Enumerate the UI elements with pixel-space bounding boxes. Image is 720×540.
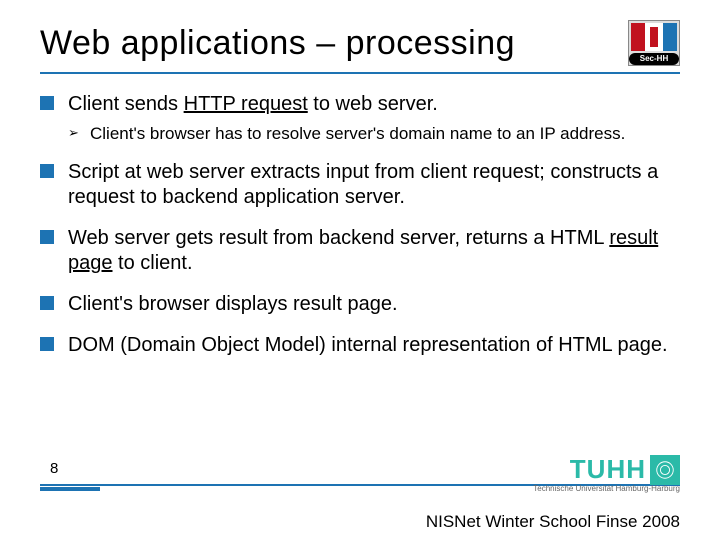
badge-label: Sec-HH — [629, 53, 679, 65]
square-bullet-icon — [40, 296, 54, 310]
sub-bullet-text: Client's browser has to resolve server's… — [90, 123, 625, 144]
conference-text: NISNet Winter School Finse 2008 — [426, 512, 680, 532]
logo-subtext: Technische Universität Hamburg-Harburg — [533, 484, 680, 493]
footer: 8 TUHH Technische Universität Hamburg-Ha… — [0, 454, 720, 540]
square-bullet-icon — [40, 96, 54, 110]
tuhh-logo: TUHH — [570, 454, 680, 485]
hamburg-flag-icon — [631, 23, 677, 51]
bullet-list: Client sends HTTP request to web server.… — [40, 92, 680, 358]
security-badge: Sec-HH — [628, 20, 680, 66]
bullet-item: Client sends HTTP request to web server.… — [40, 92, 680, 144]
square-bullet-icon — [40, 230, 54, 244]
bullet-text: Client's browser displays result page. — [68, 292, 398, 317]
title-row: Web applications – processing Sec-HH — [40, 20, 680, 66]
bullet-text: Client sends HTTP request to web server.… — [68, 92, 625, 144]
chevron-icon: ➢ — [68, 125, 82, 144]
bullet-text: Script at web server extracts input from… — [68, 160, 680, 210]
bullet-item: Client's browser displays result page. — [40, 292, 680, 317]
bullet-text: DOM (Domain Object Model) internal repre… — [68, 333, 668, 358]
footer-rule-accent — [40, 487, 100, 491]
bullet-item: Script at web server extracts input from… — [40, 160, 680, 210]
square-bullet-icon — [40, 337, 54, 351]
page-number: 8 — [50, 460, 58, 477]
sub-bullet-list: ➢ Client's browser has to resolve server'… — [68, 123, 625, 144]
bullet-text: Web server gets result from backend serv… — [68, 226, 680, 276]
sub-bullet-item: ➢ Client's browser has to resolve server'… — [68, 123, 625, 144]
slide: Web applications – processing Sec-HH Cli… — [0, 0, 720, 540]
logo-text: TUHH — [570, 454, 646, 485]
bullet-item: DOM (Domain Object Model) internal repre… — [40, 333, 680, 358]
square-bullet-icon — [40, 164, 54, 178]
bullet-item: Web server gets result from backend serv… — [40, 226, 680, 276]
slide-title: Web applications – processing — [40, 24, 515, 63]
title-rule — [40, 72, 680, 74]
logo-seal-icon — [650, 455, 680, 485]
